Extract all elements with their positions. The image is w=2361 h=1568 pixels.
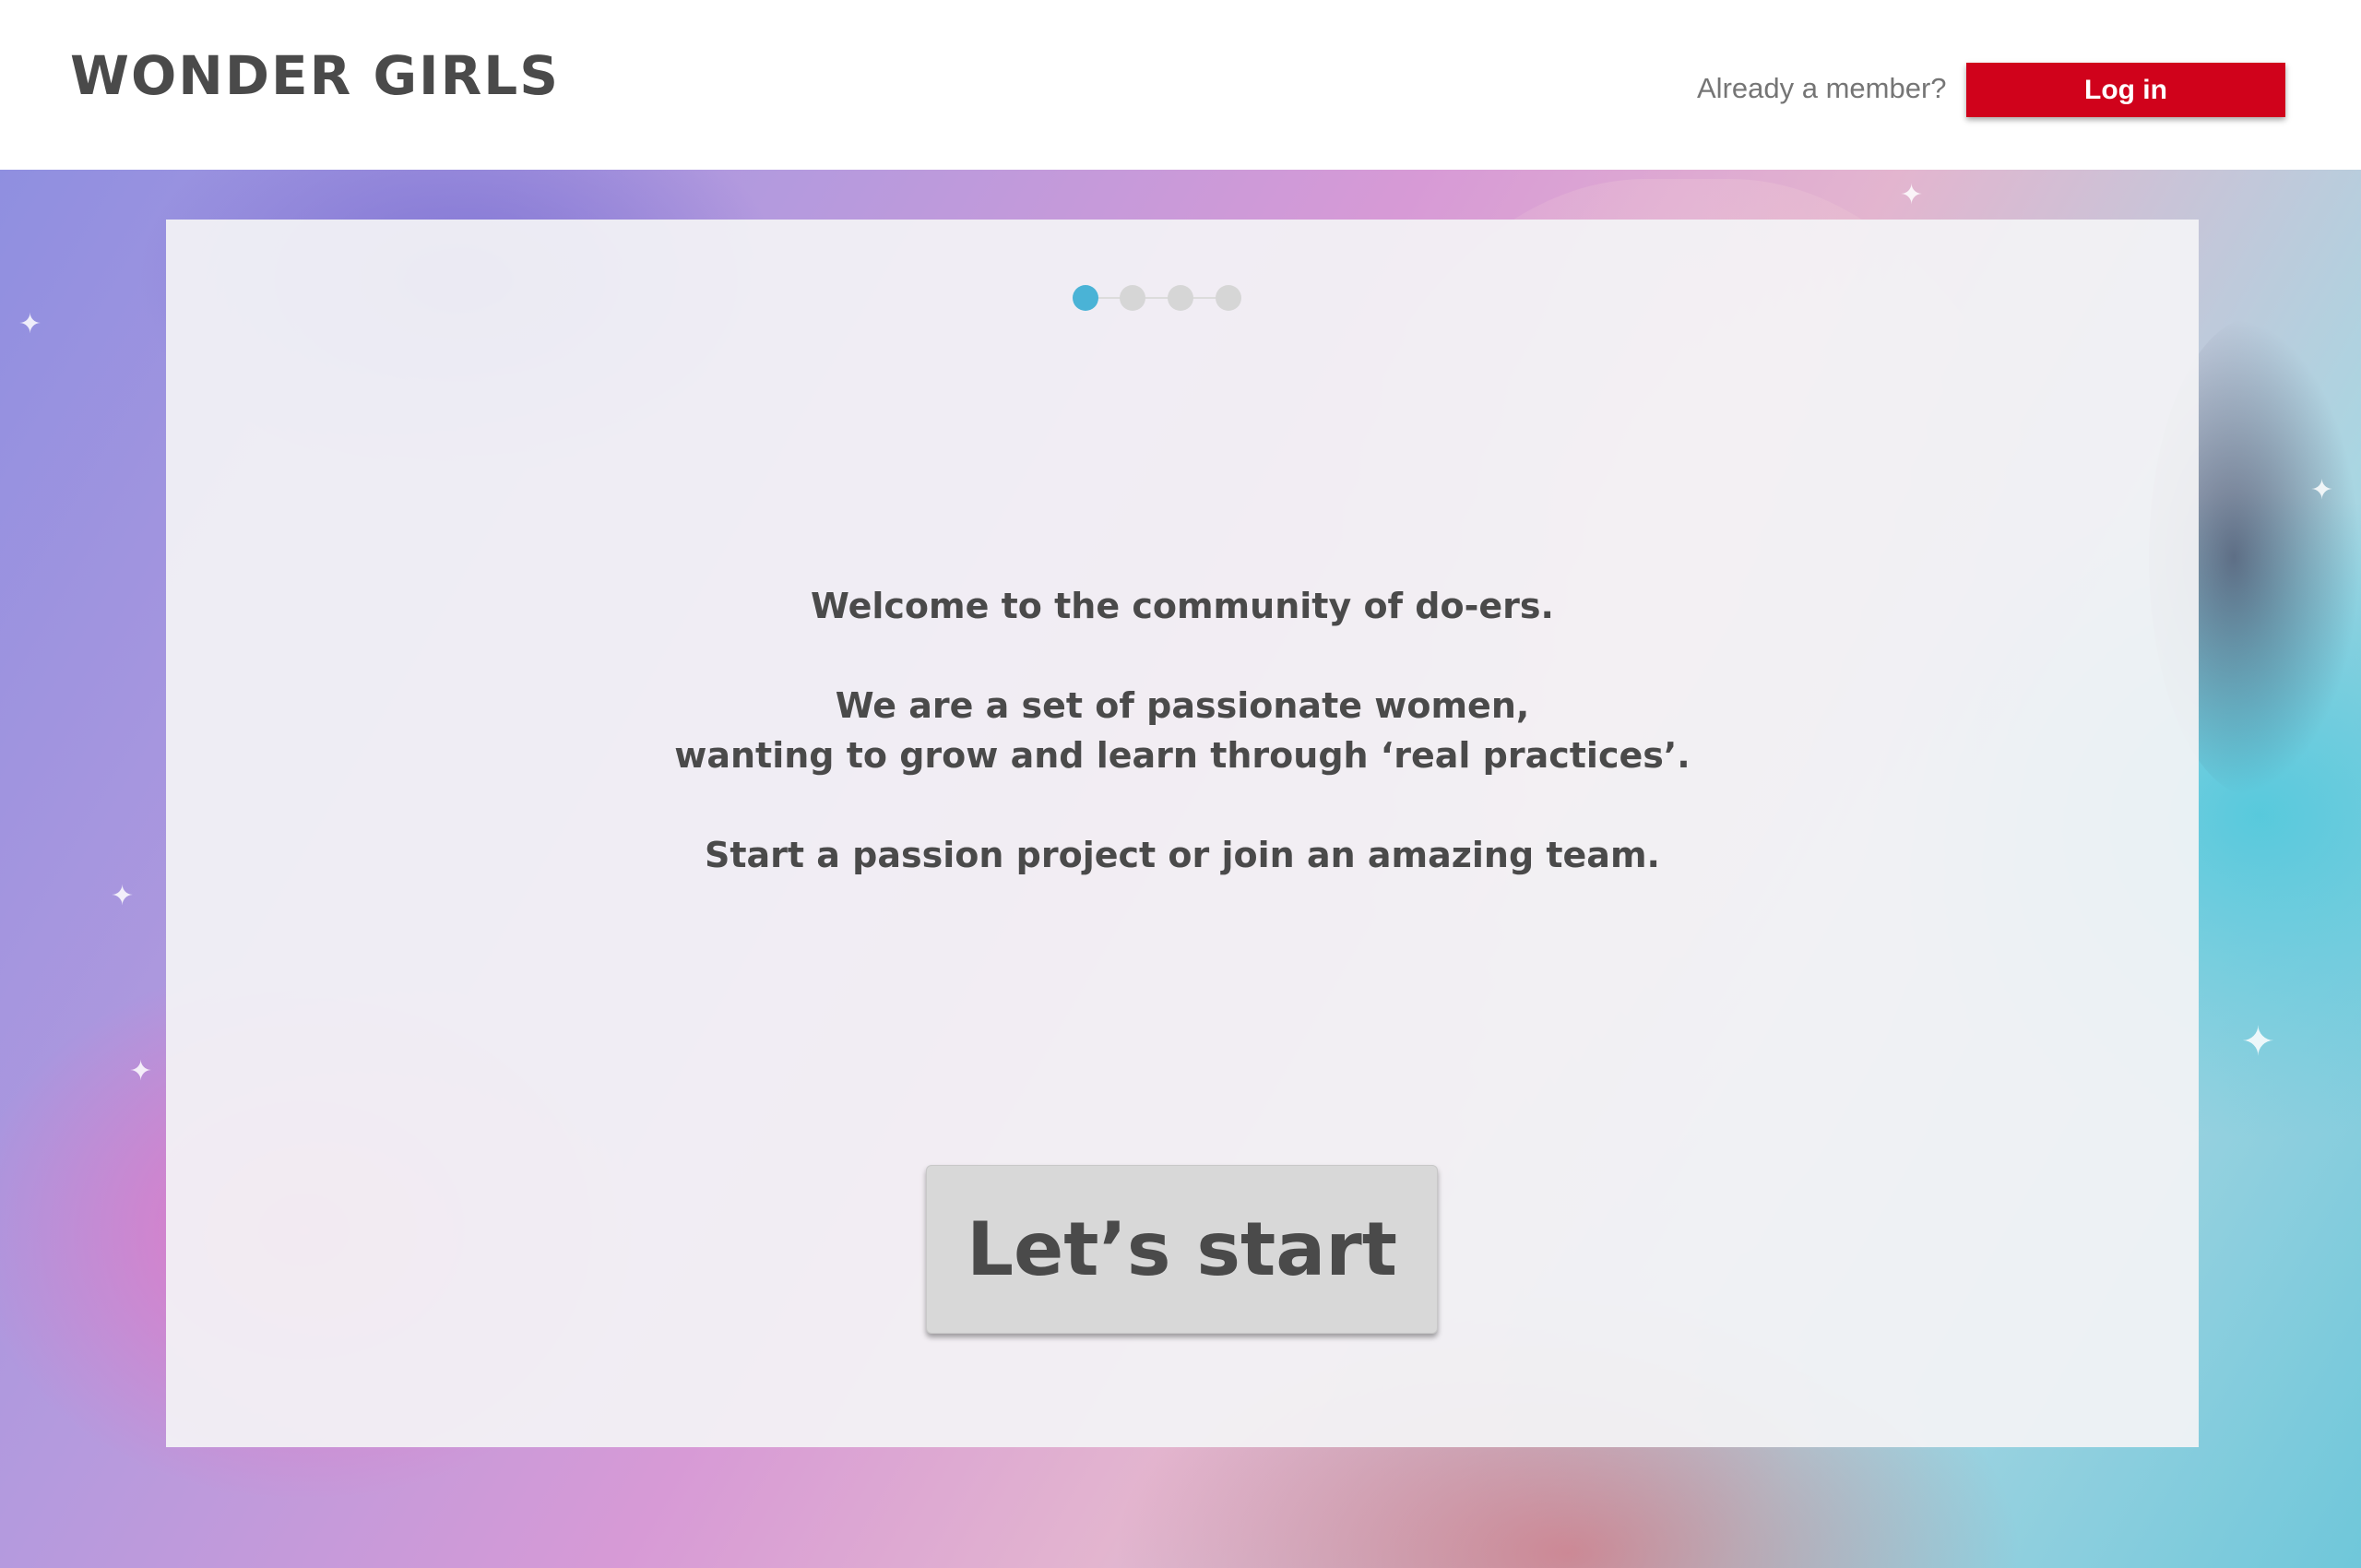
step-dot-4[interactable] — [1216, 285, 1241, 311]
sparkle-icon: ✦ — [2241, 1019, 2275, 1064]
site-logo[interactable]: WONDER GIRLS — [70, 44, 560, 107]
sparkle-icon: ✦ — [129, 1056, 153, 1087]
intro-line-women: We are a set of passionate women, — [835, 685, 1530, 726]
sparkle-icon: ✦ — [111, 881, 135, 911]
sparkle-icon: ✦ — [18, 309, 42, 339]
sparkle-icon: ✦ — [1900, 180, 1924, 210]
intro-line-grow: wanting to grow and learn through ‘real … — [674, 735, 1691, 776]
sparkle-icon: ✦ — [2310, 475, 2334, 505]
lets-start-button[interactable]: Let’s start — [926, 1165, 1438, 1334]
intro-text: Welcome to the community of do-ers. We a… — [166, 581, 2199, 880]
step-dot-2[interactable] — [1120, 285, 1145, 311]
intro-line-welcome: Welcome to the community of do-ers. — [811, 586, 1554, 626]
member-prompt: Already a member? — [1697, 72, 1947, 104]
step-indicator-line — [1088, 297, 1228, 299]
step-dot-1[interactable] — [1073, 285, 1098, 311]
login-button[interactable]: Log in — [1966, 63, 2285, 117]
top-header: WONDER GIRLS Already a member? Log in — [0, 0, 2361, 170]
onboarding-card: Welcome to the community of do-ers. We a… — [166, 220, 2199, 1447]
intro-line-start: Start a passion project or join an amazi… — [704, 835, 1660, 875]
step-dot-3[interactable] — [1168, 285, 1193, 311]
